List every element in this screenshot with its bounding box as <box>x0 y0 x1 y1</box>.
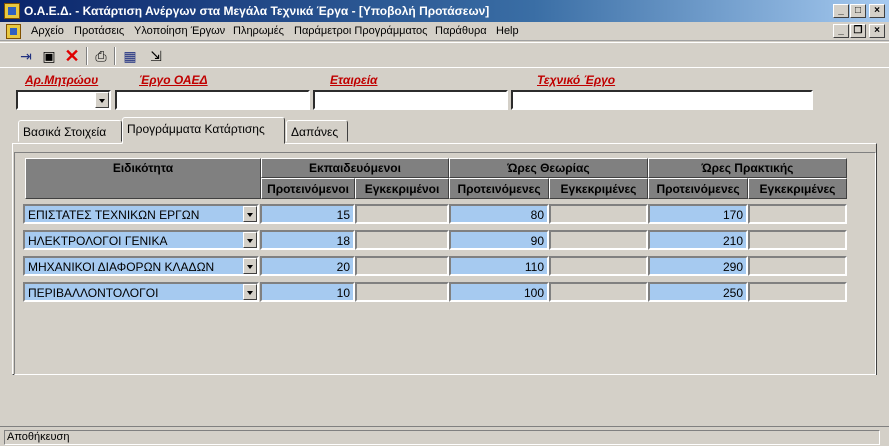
approved-theory-input[interactable] <box>549 282 648 302</box>
approved-theory-input[interactable] <box>549 204 648 224</box>
approved-practice-input[interactable] <box>748 230 847 250</box>
mdi-minimize-button[interactable]: _ <box>833 24 849 38</box>
approved-practice-input[interactable] <box>748 282 847 302</box>
dropdown-arrow-icon[interactable] <box>95 92 109 108</box>
specialty-value: ΗΛΕΚΤΡΟΛΟΓΟΙ ΓΕΝΙΚΑ <box>28 234 168 248</box>
tech-project-field[interactable] <box>511 90 813 110</box>
proposed-practice-input[interactable]: 170 <box>648 204 748 224</box>
toolbar-separator <box>86 47 88 65</box>
protocol-label[interactable]: Αρ.Μητρώου <box>25 73 98 87</box>
proposed-trainees-input[interactable]: 10 <box>260 282 355 302</box>
tab-training-programs[interactable]: Προγράμματα Κατάρτισης <box>122 117 285 144</box>
new-record-icon[interactable]: ⇥ <box>16 46 36 66</box>
menu-bar: Αρχείο Προτάσεις Υλοποίηση Έργων Πληρωμέ… <box>0 22 889 41</box>
approved-practice-input[interactable] <box>748 256 847 276</box>
approved-trainees-input[interactable] <box>355 256 449 276</box>
subheader-proposed-practice: Προτεινόμενες <box>648 178 748 199</box>
proposed-practice-input[interactable]: 250 <box>648 282 748 302</box>
window-title: Ο.Α.Ε.Δ. - Κατάρτιση Ανέργων στα Μεγάλα … <box>24 4 490 18</box>
menu-payments[interactable]: Πληρωμές <box>233 25 284 37</box>
project-label[interactable]: Έργο ΟΑΕΔ <box>139 73 208 87</box>
print-icon[interactable]: ⎙ <box>91 46 111 66</box>
menu-program-parameters[interactable]: Παράμετροι Προγράμματος <box>294 25 427 37</box>
toolbar-separator <box>114 47 116 65</box>
document-icon[interactable] <box>6 24 21 39</box>
protocol-combo[interactable] <box>16 90 111 110</box>
status-bar: Αποθήκευση <box>0 426 889 446</box>
approved-trainees-input[interactable] <box>355 204 449 224</box>
dropdown-arrow-icon[interactable] <box>243 258 257 274</box>
proposed-theory-input[interactable]: 80 <box>449 204 549 224</box>
menu-windows[interactable]: Παράθυρα <box>435 25 487 37</box>
specialty-value: ΜΗΧΑΝΙΚΟΙ ΔΙΑΦΟΡΩΝ ΚΛΑΔΩΝ <box>28 260 215 274</box>
mdi-restore-button[interactable]: ❐ <box>850 24 866 38</box>
grid-view-icon[interactable]: ▦ <box>120 46 140 66</box>
proposed-practice-input[interactable]: 290 <box>648 256 748 276</box>
specialty-combo[interactable]: ΕΠΙΣΤΑΤΕΣ ΤΕΧΝΙΚΩΝ ΕΡΓΩΝ <box>23 204 259 224</box>
subheader-proposed-theory: Προτεινόμενες <box>449 178 549 199</box>
tab-basic-info[interactable]: Βασικά Στοιχεία <box>18 120 122 142</box>
specialty-combo[interactable]: ΗΛΕΚΤΡΟΛΟΓΟΙ ΓΕΝΙΚΑ <box>23 230 259 250</box>
specialty-combo[interactable]: ΜΗΧΑΝΙΚΟΙ ΔΙΑΦΟΡΩΝ ΚΛΑΔΩΝ <box>23 256 259 276</box>
app-icon[interactable] <box>4 3 20 19</box>
header-theory-hours: Ώρες Θεωρίας <box>449 158 648 178</box>
proposed-practice-input[interactable]: 210 <box>648 230 748 250</box>
proposed-trainees-input[interactable]: 20 <box>260 256 355 276</box>
subheader-approved-theory: Εγκεκριμένες <box>549 178 648 199</box>
subheader-approved-practice: Εγκεκριμένες <box>748 178 847 199</box>
tab-expenses[interactable]: Δαπάνες <box>286 120 348 142</box>
tech-project-label[interactable]: Τεχνικό Έργο <box>537 73 615 87</box>
company-label[interactable]: Εταιρεία <box>330 73 377 87</box>
proposed-theory-input[interactable]: 100 <box>449 282 549 302</box>
approved-theory-input[interactable] <box>549 230 648 250</box>
menu-file[interactable]: Αρχείο <box>31 25 64 37</box>
proposed-trainees-input[interactable]: 18 <box>260 230 355 250</box>
specialty-value: ΕΠΙΣΤΑΤΕΣ ΤΕΧΝΙΚΩΝ ΕΡΓΩΝ <box>28 208 200 222</box>
approved-theory-input[interactable] <box>549 256 648 276</box>
header-practice-hours: Ώρες Πρακτικής <box>648 158 847 178</box>
approved-trainees-input[interactable] <box>355 230 449 250</box>
close-button[interactable]: × <box>869 4 885 18</box>
header-trainees: Εκπαιδευόμενοι <box>261 158 449 178</box>
toolbar: ⇥ ▣ ✕ ⎙ ▦ ⇲ <box>0 42 889 68</box>
save-icon[interactable]: ▣ <box>39 46 59 66</box>
subheader-proposed-trainees: Προτεινόμενοι <box>261 178 355 199</box>
proposed-trainees-input[interactable]: 15 <box>260 204 355 224</box>
header-specialty: Ειδικότητα <box>25 158 261 199</box>
proposed-theory-input[interactable]: 110 <box>449 256 549 276</box>
specialty-value: ΠΕΡΙΒΑΛΛΟΝΤΟΛΟΓΟΙ <box>28 286 159 300</box>
minimize-button[interactable]: _ <box>833 4 849 18</box>
dropdown-arrow-icon[interactable] <box>243 284 257 300</box>
subheader-approved-trainees: Εγκεκριμένοι <box>355 178 449 199</box>
menu-implementation[interactable]: Υλοποίηση Έργων <box>134 25 225 37</box>
dropdown-arrow-icon[interactable] <box>243 232 257 248</box>
company-field[interactable] <box>313 90 508 110</box>
mdi-close-button[interactable]: × <box>869 24 885 38</box>
menu-help[interactable]: Help <box>496 25 519 37</box>
menu-proposals[interactable]: Προτάσεις <box>74 25 124 37</box>
approved-trainees-input[interactable] <box>355 282 449 302</box>
exit-icon[interactable]: ⇲ <box>146 46 166 66</box>
delete-icon[interactable]: ✕ <box>62 46 82 66</box>
specialty-combo[interactable]: ΠΕΡΙΒΑΛΛΟΝΤΟΛΟΓΟΙ <box>23 282 259 302</box>
maximize-button[interactable]: □ <box>850 4 866 18</box>
status-text: Αποθήκευση <box>4 430 880 445</box>
title-bar: Ο.Α.Ε.Δ. - Κατάρτιση Ανέργων στα Μεγάλα … <box>0 0 889 22</box>
approved-practice-input[interactable] <box>748 204 847 224</box>
proposed-theory-input[interactable]: 90 <box>449 230 549 250</box>
dropdown-arrow-icon[interactable] <box>243 206 257 222</box>
project-field[interactable] <box>115 90 310 110</box>
